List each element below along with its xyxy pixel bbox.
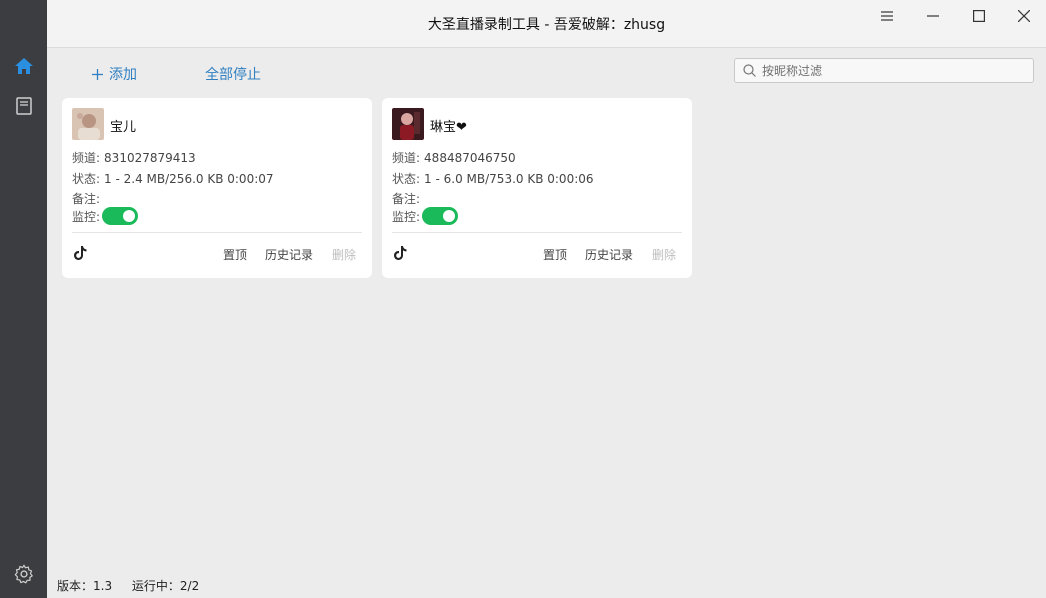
status-label: 状态: <box>392 172 421 186</box>
status-row: 状态: 1 - 2.4 MB/256.0 KB 0:00:07 <box>72 170 274 187</box>
monitor-toggle[interactable] <box>102 207 139 225</box>
minimize-button[interactable] <box>910 0 956 32</box>
status-value: 1 - 2.4 MB/256.0 KB 0:00:07 <box>104 171 274 186</box>
status-value: 1 - 6.0 MB/753.0 KB 0:00:06 <box>424 171 594 186</box>
add-button[interactable]: 添加 <box>92 64 137 84</box>
status-row: 状态: 1 - 6.0 MB/753.0 KB 0:00:06 <box>392 170 594 187</box>
document-icon <box>15 97 32 115</box>
streamer-card: 琳宝❤ 频道: 488487046750 状态: 1 - 6.0 MB/753.… <box>382 98 692 278</box>
monitor-row: 监控: <box>392 207 459 225</box>
pin-button[interactable]: 置顶 <box>543 246 567 263</box>
tiktok-icon <box>394 246 407 260</box>
search-icon <box>743 64 756 77</box>
close-icon <box>1018 10 1030 22</box>
history-button[interactable]: 历史记录 <box>585 246 633 263</box>
monitor-label: 监控: <box>72 209 101 224</box>
home-icon <box>14 58 33 74</box>
monitor-toggle[interactable] <box>422 207 459 225</box>
running-text: 运行中：2/2 <box>131 579 200 593</box>
maximize-button[interactable] <box>956 0 1002 32</box>
streamer-name: 宝儿 <box>110 120 137 135</box>
stop-all-button[interactable]: 全部停止 <box>205 64 261 84</box>
search-box[interactable] <box>734 58 1034 83</box>
tiktok-icon <box>74 246 87 260</box>
title-bar: 大圣直播录制工具 - 吾爱破解：zhusg <box>47 0 1046 48</box>
note-row: 备注: <box>392 190 420 207</box>
status-label: 状态: <box>72 172 101 186</box>
note-row: 备注: <box>72 190 100 207</box>
version-text: 版本：1.3 <box>57 579 113 593</box>
maximize-icon <box>973 10 985 22</box>
monitor-label: 监控: <box>392 209 421 224</box>
menu-icon <box>881 11 893 21</box>
minimize-icon <box>927 15 939 17</box>
channel-label: 频道: <box>392 151 421 165</box>
streamer-name: 琳宝❤ <box>430 120 467 135</box>
channel-id: 831027879413 <box>104 150 196 165</box>
plus-icon <box>92 68 103 80</box>
menu-button[interactable] <box>864 0 910 32</box>
log-button[interactable] <box>0 88 47 124</box>
channel-label: 频道: <box>72 151 101 165</box>
channel-row: 频道: 831027879413 <box>72 149 196 166</box>
channel-row: 频道: 488487046750 <box>392 149 516 166</box>
settings-button[interactable] <box>0 556 47 592</box>
delete-button[interactable]: 删除 <box>652 246 676 263</box>
divider <box>72 232 362 233</box>
gear-icon <box>14 564 33 584</box>
avatar <box>392 108 424 140</box>
avatar <box>72 108 104 140</box>
home-button[interactable] <box>0 48 47 84</box>
channel-id: 488487046750 <box>424 150 516 165</box>
pin-button[interactable]: 置顶 <box>223 246 247 263</box>
streamer-card: 宝儿 频道: 831027879413 状态: 1 - 2.4 MB/256.0… <box>62 98 372 278</box>
sidebar <box>0 0 47 598</box>
delete-button[interactable]: 删除 <box>332 246 356 263</box>
status-bar: 版本：1.3 运行中：2/2 <box>57 577 199 594</box>
add-label: 添加 <box>109 67 137 83</box>
history-button[interactable]: 历史记录 <box>265 246 313 263</box>
note-label: 备注: <box>392 192 421 206</box>
monitor-row: 监控: <box>72 207 139 225</box>
close-button[interactable] <box>1001 0 1046 32</box>
note-label: 备注: <box>72 192 101 206</box>
search-input[interactable] <box>762 63 1022 78</box>
divider <box>392 232 682 233</box>
